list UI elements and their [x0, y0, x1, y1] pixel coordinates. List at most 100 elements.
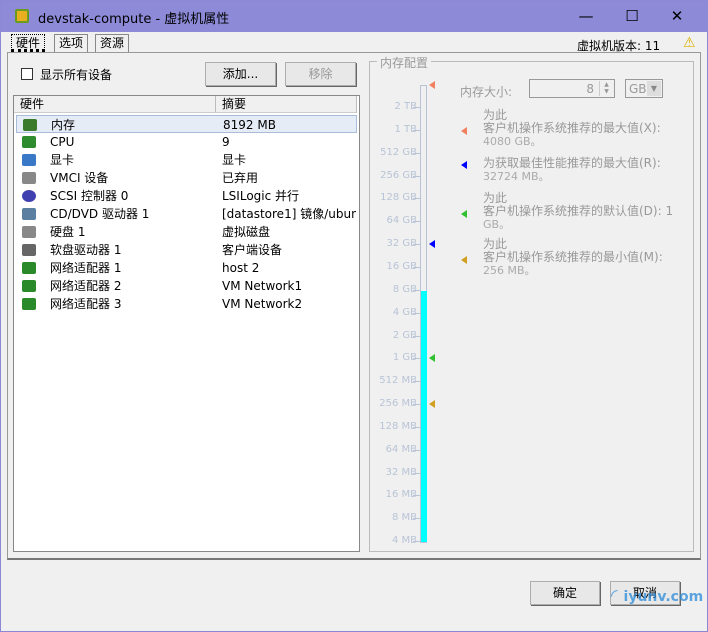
- scale-tick: [413, 266, 421, 268]
- scale-tick: [413, 541, 421, 543]
- spinner-icon[interactable]: ▲ ▼: [599, 81, 613, 96]
- scale-label: 256 GB: [380, 169, 417, 181]
- scale-tick: [413, 472, 421, 474]
- list-item[interactable]: 网络适配器 3 VM Network2: [16, 295, 357, 313]
- device-summary: [datastore1] 镜像/ubun...: [222, 207, 356, 221]
- slider-marker-icon[interactable]: [429, 354, 435, 363]
- slider-marker-icon[interactable]: [429, 81, 435, 89]
- scale-label: 128 MB: [379, 420, 417, 432]
- recommendation-note: 为获取最佳性能推荐的最大值(R): 32724 MB。: [483, 156, 693, 184]
- scale-label: 512 GB: [380, 146, 417, 158]
- scale-tick: [413, 449, 421, 451]
- scale-label: 8 MB: [391, 512, 417, 524]
- cdrom-icon: [22, 208, 36, 220]
- memory-slider-fill: [421, 290, 427, 543]
- legend-marker-icon: [461, 256, 467, 264]
- list-item[interactable]: VMCI 设备 已弃用: [16, 169, 357, 187]
- scale-tick: [413, 107, 421, 108]
- ok-button[interactable]: 确定: [530, 581, 600, 605]
- device-summary: 已弃用: [222, 171, 259, 185]
- slider-marker-icon[interactable]: [429, 400, 435, 409]
- scale-label: 1 TB: [394, 123, 417, 135]
- disk-icon: [22, 226, 36, 238]
- list-item[interactable]: 软盘驱动器 1 客户端设备: [16, 241, 357, 259]
- scale-tick: [413, 404, 421, 406]
- device-summary: LSILogic 并行: [222, 189, 300, 203]
- device-summary: 客户端设备: [222, 243, 283, 257]
- list-item[interactable]: 网络适配器 1 host 2: [16, 259, 357, 277]
- memory-config-title: 内存配置: [377, 54, 432, 71]
- nic-icon: [22, 262, 36, 274]
- recommendation-note: 为此 客户机操作系统推荐的默认值(D): 1 GB。: [483, 192, 693, 232]
- close-button[interactable]: ✕: [657, 5, 697, 27]
- tab-hardware[interactable]: 硬件: [11, 34, 46, 52]
- recommendation-note: 为此 客户机操作系统推荐的最大值(X): 4080 GB。: [483, 109, 693, 149]
- recommendation-note: 为此 客户机操作系统推荐的最小值(M): 256 MB。: [483, 238, 693, 278]
- scale-label: 1 GB: [392, 352, 417, 364]
- scale-tick: [413, 175, 421, 177]
- add-button[interactable]: 添加...: [205, 62, 276, 86]
- scale-label: 256 MB: [379, 398, 417, 410]
- slider-marker-icon[interactable]: [429, 240, 435, 249]
- device-summary: 9: [222, 135, 230, 149]
- device-summary: 显卡: [222, 153, 247, 167]
- list-item[interactable]: CPU 9: [16, 133, 357, 151]
- list-item[interactable]: 显卡 显卡: [16, 151, 357, 169]
- memory-size-input[interactable]: 8 ▲ ▼: [529, 79, 615, 98]
- scale-label: 2 GB: [392, 329, 417, 341]
- list-item[interactable]: CD/DVD 驱动器 1 [datastore1] 镜像/ubun...: [16, 205, 357, 223]
- scale-label: 2 TB: [394, 101, 417, 112]
- list-item[interactable]: 硬盘 1 虚拟磁盘: [16, 223, 357, 241]
- legend-marker-icon: [461, 161, 467, 169]
- scale-label: 4 MB: [391, 535, 417, 547]
- scsi-icon: [22, 190, 36, 202]
- show-all-devices-checkbox[interactable]: [21, 68, 33, 80]
- show-all-devices-label: 显示所有设备: [40, 68, 113, 82]
- remove-button[interactable]: 移除: [285, 62, 356, 86]
- scale-tick: [413, 152, 421, 154]
- title-bar: devstak-compute - 虚拟机属性 — ☐ ✕: [1, 1, 708, 32]
- legend-marker-icon: [461, 127, 467, 135]
- device-name: SCSI 控制器 0: [50, 189, 129, 203]
- nic-icon: [22, 280, 36, 292]
- chevron-down-icon: ▼: [647, 81, 661, 96]
- device-name: VMCI 设备: [50, 171, 109, 185]
- scale-tick: [413, 495, 421, 497]
- device-name: 网络适配器 2: [50, 279, 122, 293]
- warning-icon: ⚠: [683, 35, 696, 51]
- monitor-icon: [22, 154, 36, 166]
- unit-select[interactable]: GB ▼: [625, 79, 663, 98]
- column-header-summary[interactable]: 摘要: [216, 96, 357, 113]
- scale-tick: [413, 426, 421, 428]
- watermark-logo: ◜ iyunv.com: [611, 586, 704, 606]
- scale-tick: [413, 129, 421, 131]
- note-line: 为获取最佳性能推荐的最大值(R):: [483, 156, 661, 170]
- note-value: 256 MB。: [483, 264, 536, 277]
- tab-options[interactable]: 选项: [54, 34, 89, 52]
- scale-label: 128 GB: [380, 192, 417, 204]
- memory-icon: [23, 119, 37, 131]
- vm-icon: [15, 9, 29, 23]
- maximize-button[interactable]: ☐: [612, 5, 652, 27]
- note-value: GB。: [483, 218, 511, 231]
- scale-label: 32 GB: [386, 238, 417, 250]
- device-icon: [22, 172, 36, 184]
- window-title: devstak-compute - 虚拟机属性: [38, 12, 230, 27]
- scale-tick: [413, 221, 421, 223]
- list-item[interactable]: 内存 8192 MB: [16, 115, 357, 133]
- list-item[interactable]: SCSI 控制器 0 LSILogic 并行: [16, 187, 357, 205]
- tab-resources[interactable]: 资源: [95, 34, 130, 52]
- device-name: CD/DVD 驱动器 1: [50, 207, 150, 221]
- column-header-hardware[interactable]: 硬件: [14, 96, 216, 113]
- note-line: 客户机操作系统推荐的最大值(X):: [483, 121, 661, 135]
- nic-icon: [22, 298, 36, 310]
- note-value: 32724 MB。: [483, 170, 550, 183]
- scale-label: 64 GB: [386, 215, 417, 227]
- scale-label: 4 GB: [392, 306, 417, 318]
- list-item[interactable]: 网络适配器 2 VM Network1: [16, 277, 357, 295]
- legend-marker-icon: [461, 210, 467, 218]
- scale-label: 8 GB: [392, 283, 417, 295]
- scale-label: 16 MB: [385, 489, 417, 501]
- minimize-button[interactable]: —: [566, 5, 606, 27]
- scale-tick: [413, 289, 421, 291]
